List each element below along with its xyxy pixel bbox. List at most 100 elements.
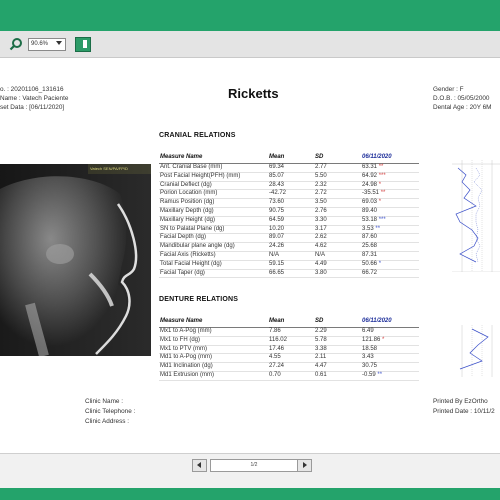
mean-value: 66.65 <box>269 269 285 276</box>
table-row: Maxillary Depth (dg) 90.75 2.76 89.40 <box>159 208 419 217</box>
patient-id: o. : 20201106_131616 <box>0 86 64 93</box>
measure-name: Total Facial Height (dg) <box>160 260 222 267</box>
mean-value: 7.86 <box>269 328 281 334</box>
sd-value: 2.32 <box>315 181 327 188</box>
sd-value: 3.17 <box>315 225 327 232</box>
measured-cell: 121.86 * <box>362 337 384 343</box>
sd-value: 3.38 <box>315 345 327 352</box>
measured-cell: 53.18 *** <box>362 217 386 223</box>
mean-value: 90.75 <box>269 207 285 214</box>
mean-value: 89.07 <box>269 234 285 241</box>
gender: Gender : F <box>433 86 464 93</box>
measure-name: Maxillary Depth (dg) <box>160 207 214 214</box>
table-row: Cranial Deflect (dg) 28.43 2.32 24.98 * <box>159 182 419 191</box>
mean-value: -42.72 <box>269 190 287 197</box>
measured-value: -35.51 <box>362 190 380 197</box>
measured-value: 30.75 <box>362 363 378 370</box>
clinic-address: Clinic Address : <box>85 418 130 425</box>
zoom-icon[interactable] <box>9 37 23 51</box>
measured-cell: 87.31 <box>362 252 377 258</box>
table-row: Mx1 to FH (dg) 116.02 5.78 121.86 * <box>159 337 419 346</box>
cranial-table: Measure Name Mean SD 06/11/2020 Ant. Cra… <box>159 153 419 279</box>
measure-name: Facial Taper (dg) <box>160 269 205 276</box>
table-row: Total Facial Height (dg) 59.15 4.49 50.66 * <box>159 261 419 270</box>
measured-cell: 25.68 <box>362 243 377 249</box>
measure-name: Md1 to A-Pog (mm) <box>160 354 213 361</box>
col-sd: SD <box>315 154 324 160</box>
table-row: Facial Depth (dg) 89.07 2.62 87.60 <box>159 234 419 244</box>
dob: D.O.B. : 05/05/2000 <box>433 95 490 102</box>
sd-value: 4.62 <box>315 243 327 250</box>
measured-cell: 89.40 <box>362 208 377 214</box>
measured-value: 18.58 <box>362 345 378 352</box>
cranial-heading: CRANIAL RELATIONS <box>159 132 236 139</box>
mean-value: 24.26 <box>269 243 285 250</box>
deviation-star: * <box>382 336 385 343</box>
table-row: Ramus Position (dg) 73.60 3.50 69.03 * <box>159 199 419 208</box>
measure-name: SN to Palatal Plane (dg) <box>160 225 225 232</box>
mean-value: N/A <box>269 251 280 258</box>
page-indicator[interactable]: 1/2 <box>210 459 298 472</box>
measure-name: Ramus Position (dg) <box>160 199 215 206</box>
app-header-bar <box>0 0 500 31</box>
table-row: Mandibular plane angle (dg) 24.26 4.62 25.6… <box>159 243 419 252</box>
measure-name: Cranial Deflect (dg) <box>160 181 212 188</box>
measured-cell: 24.98 * <box>362 182 381 188</box>
measured-cell: 6.49 <box>362 328 374 334</box>
measure-name: Mx1 to FH (dg) <box>160 336 201 343</box>
sd-value: 5.50 <box>315 172 327 179</box>
measured-value: 63.31 <box>362 164 378 170</box>
deviation-star: *** <box>378 172 386 179</box>
measured-value: 121.86 <box>362 336 381 343</box>
mean-value: 17.46 <box>269 345 285 352</box>
measured-cell: 3.43 <box>362 354 374 360</box>
mean-value: 27.24 <box>269 363 285 370</box>
patient-name: Name : Vatech Paciente <box>0 95 69 102</box>
page-title: Ricketts <box>228 86 279 101</box>
measure-name: Post Facial Height(PFH) (mm) <box>160 172 241 179</box>
deviation-star: * <box>378 260 382 267</box>
col-date: 06/11/2020 <box>362 318 392 324</box>
sd-value: N/A <box>315 251 326 258</box>
sd-value: 4.47 <box>315 363 327 370</box>
measure-name: Maxillary Height (dg) <box>160 216 216 223</box>
sd-value: 2.29 <box>315 328 327 334</box>
sd-value: 2.76 <box>315 207 327 214</box>
table-row: Maxillary Height (dg) 64.59 3.30 53.18 *** <box>159 217 419 226</box>
sd-value: 5.78 <box>315 336 327 343</box>
clinic-name: Clinic Name : <box>85 398 123 405</box>
prev-page-button[interactable] <box>192 459 207 472</box>
deviation-star: * <box>378 199 382 206</box>
mean-value: 28.43 <box>269 181 285 188</box>
clinic-telephone: Clinic Telephone : <box>85 408 136 415</box>
col-mean: Mean <box>269 318 285 324</box>
table-row: SN to Palatal Plane (dg) 10.20 3.17 3.53 ** <box>159 226 419 235</box>
fit-page-icon[interactable] <box>75 37 91 52</box>
measured-cell: 50.66 * <box>362 261 381 267</box>
measured-value: 87.31 <box>362 251 378 258</box>
measured-value: -0.59 <box>362 371 376 378</box>
table-row: Mx1 to PTV (mm) 17.46 3.38 18.58 <box>159 346 419 355</box>
measured-cell: 69.03 * <box>362 199 381 205</box>
measured-cell: 87.60 <box>362 234 377 240</box>
mean-value: 64.59 <box>269 216 285 223</box>
deviation-star: ** <box>380 190 386 197</box>
xray-image: Vatech SEN/PA/FP/D <box>0 164 151 356</box>
xray-graphic <box>0 164 151 356</box>
measure-name: Facial Axis (Ricketts) <box>160 251 216 258</box>
table-header: Measure Name Mean SD 06/11/2020 <box>159 153 419 164</box>
deviation-star: ** <box>375 225 381 232</box>
mean-value: 59.15 <box>269 260 285 267</box>
table-row: Ant. Cranial Base (mm) 69.34 2.77 63.31 ** <box>159 164 419 173</box>
sd-value: 2.72 <box>315 190 327 197</box>
deviation-star: ** <box>378 164 384 170</box>
measured-cell: 18.58 <box>362 346 377 352</box>
measured-value: 64.92 <box>362 172 378 179</box>
printed-by: Printed By EzOrtho <box>433 398 488 405</box>
asset-date: set Data : [06/11/2020] <box>0 104 65 111</box>
measured-value: 3.43 <box>362 354 374 361</box>
next-page-button[interactable] <box>297 459 312 472</box>
measured-cell: -35.51 ** <box>362 190 385 196</box>
mean-value: 116.02 <box>269 336 287 343</box>
chevron-down-icon[interactable] <box>56 41 62 45</box>
